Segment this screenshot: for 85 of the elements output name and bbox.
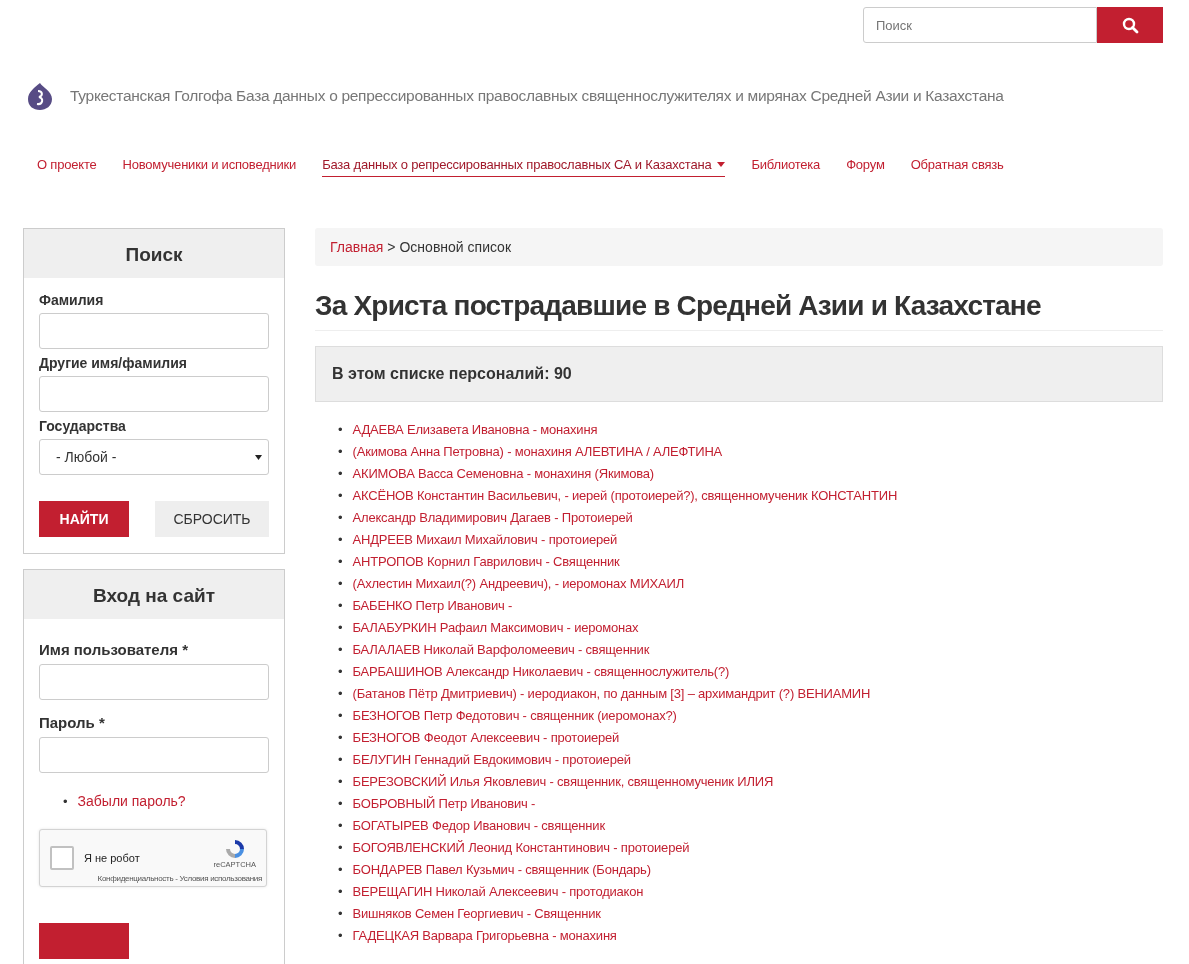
- person-link[interactable]: БЕЗНОГОВ Петр Федотович - священник (иеромонах?): [352, 705, 677, 727]
- nav-link[interactable]: О проекте: [37, 157, 97, 177]
- logo-icon: [26, 81, 54, 111]
- input-field[interactable]: [39, 664, 269, 700]
- field-label: Государства: [39, 418, 127, 434]
- find-button[interactable]: НАЙТИ: [39, 501, 129, 537]
- person-link[interactable]: АНДРЕЕВ Михаил Михайлович - протоиерей: [352, 529, 618, 551]
- bullet: •: [338, 817, 343, 835]
- nav-link[interactable]: Обратная связь: [910, 157, 1004, 177]
- person-link[interactable]: БАЛАБУРКИН Рафаил Максимович - иеромонах: [352, 617, 639, 639]
- country-select[interactable]: - Любой -: [39, 439, 269, 475]
- person-link[interactable]: БЕЗНОГОВ Феодот Алексеевич - протоиерей: [352, 727, 620, 749]
- person-link[interactable]: ГАДЕЦКАЯ Варвара Григорьевна - монахиня: [352, 925, 617, 947]
- person-link[interactable]: Вишняков Семен Георгиевич - Священник: [352, 903, 601, 925]
- bullet: •: [338, 487, 343, 505]
- bullet: •: [338, 443, 343, 461]
- bullet: •: [338, 839, 343, 857]
- bullet: •: [338, 619, 343, 637]
- search-button[interactable]: [1097, 7, 1163, 43]
- bullet: •: [338, 685, 343, 703]
- nav-link[interactable]: Форум: [846, 157, 885, 177]
- person-link[interactable]: АНТРОПОВ Корнил Гаврилович - Священник: [352, 551, 620, 573]
- panel-title: Вход на сайт: [24, 570, 284, 619]
- person-link[interactable]: АДАЕВА Елизавета Ивановна - монахиня: [352, 419, 598, 441]
- field-label: Фамилия: [39, 292, 105, 308]
- field-label: Пароль *: [39, 714, 106, 731]
- nav-link[interactable]: База данных о репрессированных православных СА и Казахстана: [322, 157, 726, 177]
- nav-link[interactable]: Библиотека: [751, 157, 821, 177]
- bullet: •: [338, 883, 343, 901]
- input-field[interactable]: [39, 313, 269, 349]
- captcha-links: Конфиденциальность - Условия использования: [97, 874, 262, 883]
- bullet: •: [338, 773, 343, 791]
- person-link[interactable]: АКСЁНОВ Константин Васильевич, - иерей (протоиерей?), священномученик КОНСТАНТИН: [352, 485, 898, 507]
- bullet: •: [338, 729, 343, 747]
- person-link[interactable]: БЕРЕЗОВСКИЙ Илья Яковлевич - священник, священномученик ИЛИЯ: [352, 771, 774, 793]
- bullet: •: [338, 795, 343, 813]
- bullet: •: [338, 575, 343, 593]
- person-link[interactable]: БЕЛУГИН Геннадий Евдокимович - протоиерей: [352, 749, 631, 771]
- input-field[interactable]: [39, 376, 269, 412]
- person-link[interactable]: (Батанов Пётр Дмитриевич) - иеродиакон, по данным [3] – архимандрит (?) ВЕНИАМИН: [352, 683, 871, 705]
- bullet: •: [338, 641, 343, 659]
- panel-title: Поиск: [24, 229, 284, 278]
- bullet: •: [338, 927, 343, 945]
- captcha-checkbox[interactable]: [50, 846, 74, 870]
- bullet: •: [338, 861, 343, 879]
- person-link[interactable]: (Ахлестин Михаил(?) Андреевич), - иеромонах МИХАИЛ: [352, 573, 684, 595]
- field-label: Имя пользователя *: [39, 641, 189, 658]
- bullet: •: [338, 663, 343, 681]
- bullet: •: [338, 465, 343, 483]
- bullet: •: [338, 707, 343, 725]
- nav-link[interactable]: Новомученики и исповедники: [122, 157, 297, 177]
- breadcrumb-separator: >: [387, 239, 396, 255]
- person-link[interactable]: БОГОЯВЛЕНСКИЙ Леонид Константинович - протоиерей: [352, 837, 690, 859]
- input-field[interactable]: [39, 737, 269, 773]
- person-link[interactable]: (Акимова Анна Петровна) - монахиня АЛЕВТИНА / АЛЕФТИНА: [352, 441, 723, 463]
- person-link[interactable]: БАЛАЛАЕВ Николай Варфоломеевич - священник: [352, 639, 650, 661]
- count-banner: В этом списке персоналий: 90: [315, 346, 1163, 402]
- forgot-password-link[interactable]: Забыли пароль?: [77, 793, 186, 809]
- person-link[interactable]: БАРБАШИНОВ Александр Николаевич - священнослужитель(?): [352, 661, 730, 683]
- bullet: •: [338, 905, 343, 923]
- person-link[interactable]: БОГАТЫРЕВ Федор Иванович - священник: [352, 815, 605, 837]
- person-link[interactable]: АКИМОВА Васса Семеновна - монахиня (Якимова): [352, 463, 654, 485]
- bullet: •: [338, 597, 343, 615]
- bullet: •: [338, 531, 343, 549]
- page-heading: За Христа пострадавшие в Средней Азии и Казахстане: [315, 290, 1163, 331]
- person-link[interactable]: Александр Владимирович Дагаев - Протоиерей: [352, 507, 633, 529]
- person-link[interactable]: БОНДАРЕВ Павел Кузьмич - священник (Бондарь): [352, 859, 651, 881]
- person-link[interactable]: БАБЕНКО Петр Иванович -: [352, 595, 513, 617]
- search-icon: [1121, 16, 1139, 34]
- search-field[interactable]: Поиск: [863, 7, 1097, 43]
- site-title: Туркестанская Голгофа База данных о репрессированных православных священнослужителях и мирянах Средней Азии и Казахстана: [70, 87, 1004, 105]
- captcha-label: Я не робот: [84, 852, 140, 864]
- breadcrumb-link[interactable]: Главная: [330, 239, 384, 255]
- breadcrumb-current: Основной список: [399, 239, 512, 255]
- person-link[interactable]: ВЕРЕЩАГИН Николай Алексеевич - протодиакон: [352, 881, 644, 903]
- caret-icon: [255, 454, 262, 460]
- bullet: •: [338, 421, 343, 439]
- bullet: •: [63, 793, 68, 809]
- bullet: •: [338, 553, 343, 571]
- person-link[interactable]: БОБРОВНЫЙ Петр Иванович -: [352, 793, 536, 815]
- bullet: •: [338, 509, 343, 527]
- bullet: •: [338, 751, 343, 769]
- login-button[interactable]: [39, 923, 129, 959]
- reset-button[interactable]: СБРОСИТЬ: [155, 501, 269, 537]
- field-label: Другие имя/фамилия: [39, 355, 188, 371]
